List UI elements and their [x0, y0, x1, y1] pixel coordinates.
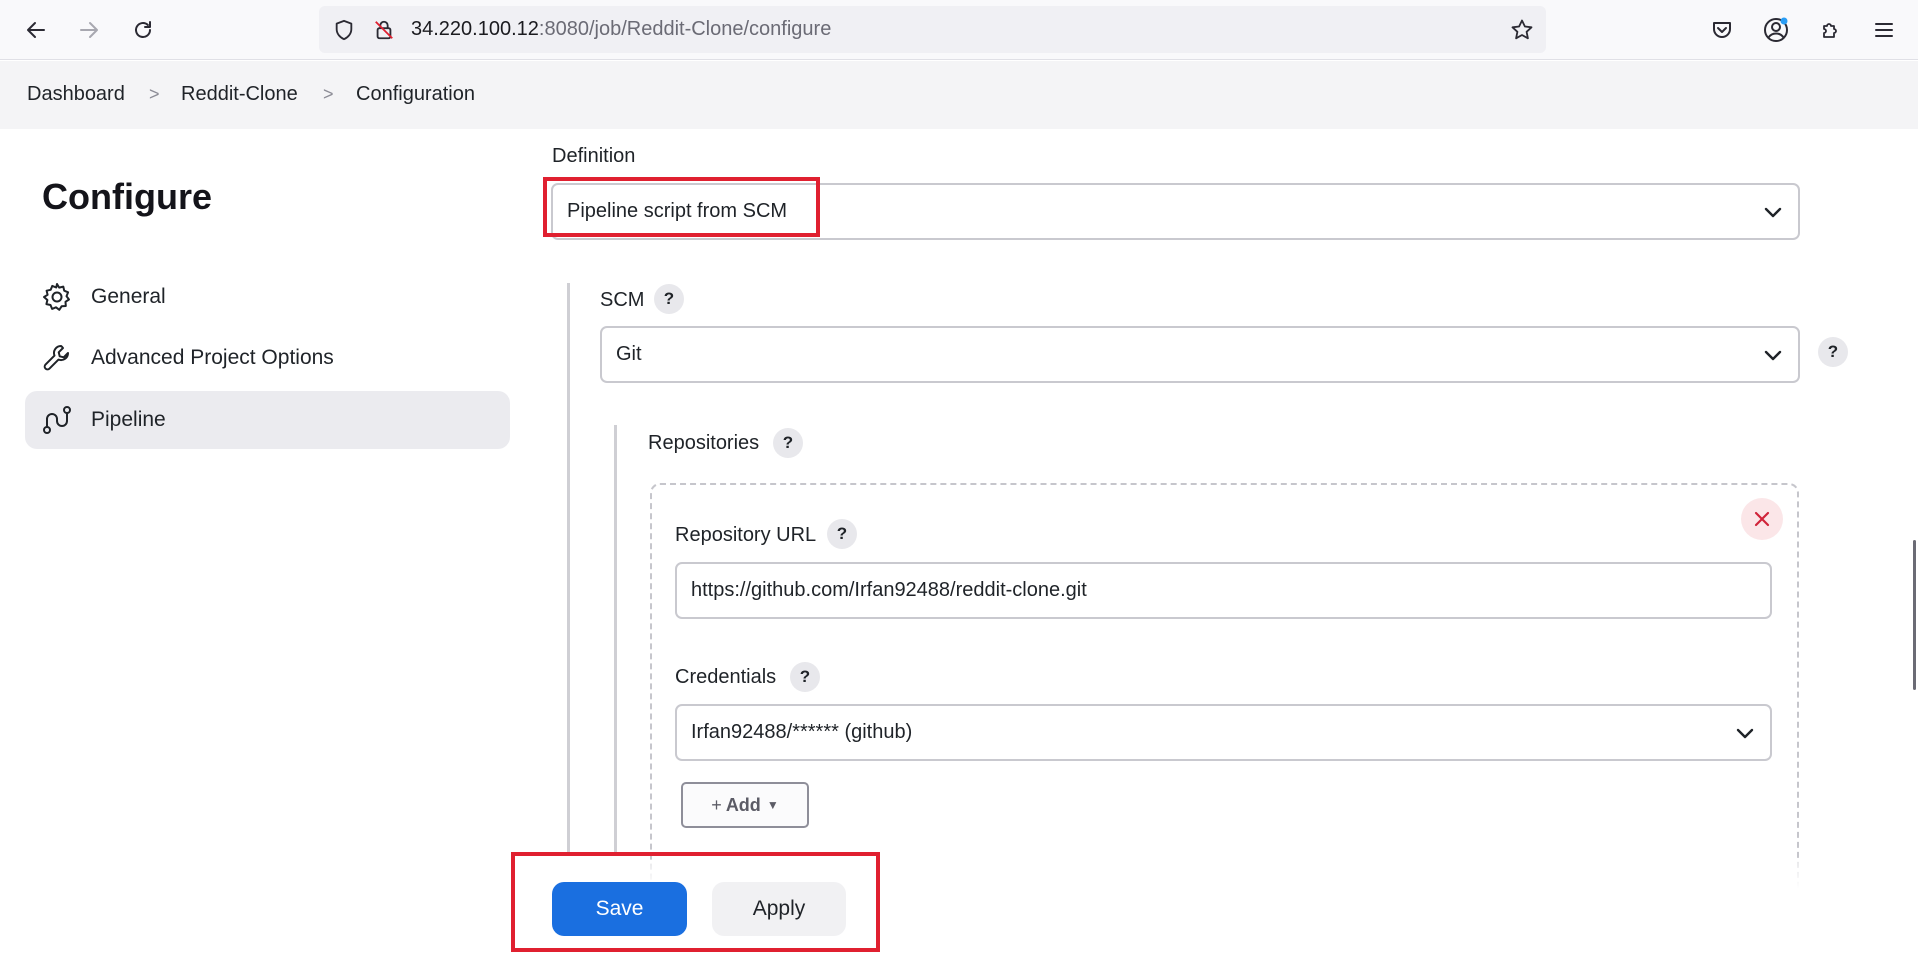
- scm-label: SCM: [600, 289, 645, 311]
- credentials-select[interactable]: Irfan92488/****** (github): [675, 704, 1772, 761]
- credentials-label: Credentials: [675, 666, 777, 688]
- forward-icon[interactable]: [71, 12, 107, 48]
- caret-down-icon: ▼: [766, 798, 779, 812]
- credentials-value: Irfan92488/****** (github): [691, 721, 913, 743]
- browser-toolbar: 34.220.100.12:8080/job/Reddit-Clone/conf…: [0, 0, 1918, 60]
- repositories-help-button[interactable]: ?: [773, 428, 803, 458]
- breadcrumb-configuration[interactable]: Configuration: [356, 83, 475, 106]
- breadcrumb-job[interactable]: Reddit-Clone: [181, 83, 298, 106]
- back-icon[interactable]: [18, 12, 54, 48]
- repositories-label: Repositories: [648, 432, 760, 454]
- gear-icon: [41, 281, 73, 313]
- repository-entry: [650, 483, 1799, 903]
- definition-label: Definition: [552, 145, 636, 167]
- account-icon[interactable]: [1758, 12, 1794, 48]
- breadcrumb-dashboard[interactable]: Dashboard: [27, 83, 125, 106]
- sidebar-item-label: Advanced Project Options: [91, 346, 334, 369]
- url-text[interactable]: 34.220.100.12:8080/job/Reddit-Clone/conf…: [411, 18, 831, 41]
- plus-icon: +: [711, 794, 722, 815]
- url-host: 34.220.100.12: [411, 18, 539, 40]
- sidebar-item-label: Pipeline: [91, 408, 166, 431]
- chevron-down-icon: [1762, 201, 1784, 223]
- add-label: Add: [725, 794, 761, 815]
- delete-repository-button[interactable]: [1741, 498, 1783, 540]
- repository-url-input[interactable]: https://github.com/Irfan92488/reddit-clo…: [675, 562, 1772, 619]
- reload-icon[interactable]: [125, 12, 161, 48]
- breadcrumb: Dashboard > Reddit-Clone > Configuration: [0, 61, 1918, 129]
- section-guide-line: [567, 283, 570, 853]
- actions-highlight: [511, 852, 880, 952]
- extensions-icon[interactable]: [1813, 12, 1849, 48]
- close-icon: [1754, 511, 1770, 527]
- breadcrumb-separator: >: [149, 84, 160, 104]
- insecure-lock-icon[interactable]: [371, 17, 397, 43]
- menu-icon[interactable]: [1866, 12, 1902, 48]
- sidebar-item-label: General: [91, 285, 166, 308]
- bookmark-star-icon[interactable]: [1509, 17, 1535, 43]
- scm-value: Git: [616, 343, 642, 365]
- url-path: :8080/job/Reddit-Clone/configure: [538, 18, 832, 40]
- add-credentials-button[interactable]: + Add ▼: [681, 782, 809, 828]
- chevron-down-icon: [1762, 344, 1784, 366]
- scrollbar[interactable]: [1913, 540, 1916, 690]
- scm-select-help-button[interactable]: ?: [1818, 337, 1848, 367]
- sidebar-item-pipeline[interactable]: Pipeline: [25, 391, 510, 449]
- address-bar[interactable]: 34.220.100.12:8080/job/Reddit-Clone/conf…: [319, 6, 1546, 53]
- page-title: Configure: [42, 176, 212, 217]
- pipeline-icon: [41, 404, 73, 436]
- breadcrumb-separator: >: [323, 84, 334, 104]
- scm-help-button[interactable]: ?: [654, 284, 684, 314]
- pocket-icon[interactable]: [1704, 12, 1740, 48]
- sidebar-item-general[interactable]: General: [25, 268, 510, 326]
- repository-url-label: Repository URL: [675, 524, 817, 546]
- wrench-icon: [41, 342, 73, 374]
- chevron-down-icon: [1734, 722, 1756, 744]
- section-guide-line: [614, 425, 617, 855]
- repository-url-help-button[interactable]: ?: [827, 519, 857, 549]
- tracking-shield-icon[interactable]: [331, 17, 357, 43]
- credentials-help-button[interactable]: ?: [790, 662, 820, 692]
- repository-url-value: https://github.com/Irfan92488/reddit-clo…: [691, 579, 1087, 601]
- sidebar-item-advanced-project-options[interactable]: Advanced Project Options: [25, 329, 510, 387]
- scm-select[interactable]: Git: [600, 326, 1800, 383]
- definition-highlight: [543, 177, 820, 237]
